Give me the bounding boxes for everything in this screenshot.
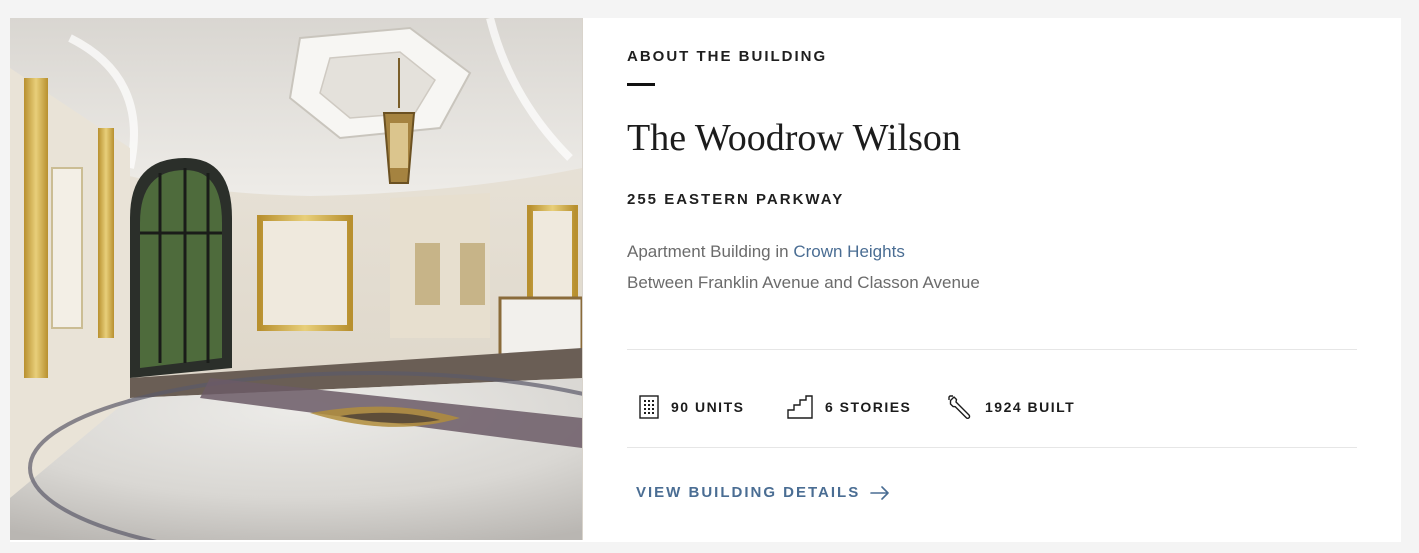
stairs-icon xyxy=(787,395,813,419)
building-address: 255 EASTERN PARKWAY xyxy=(627,191,845,208)
stat-units-label: 90 UNITS xyxy=(671,399,745,415)
view-building-details-label: VIEW BUILDING DETAILS xyxy=(636,484,861,501)
divider xyxy=(627,349,1357,350)
stat-stories-label: 6 STORIES xyxy=(825,399,912,415)
building-type-text: Apartment Building in xyxy=(627,242,794,261)
neighborhood-link[interactable]: Crown Heights xyxy=(793,242,905,261)
divider xyxy=(627,447,1357,448)
building-lobby-photo xyxy=(10,18,583,540)
stat-units: 90 UNITS xyxy=(639,394,744,420)
wrench-icon xyxy=(948,395,971,419)
view-building-details-link[interactable]: VIEW BUILDING DETAILS xyxy=(636,484,890,501)
cross-streets: Between Franklin Avenue and Classon Aven… xyxy=(627,273,980,292)
arrow-right-icon xyxy=(870,485,890,500)
building-title: The Woodrow Wilson xyxy=(627,117,961,159)
section-eyebrow: ABOUT THE BUILDING xyxy=(627,48,828,65)
stat-stories: 6 STORIES xyxy=(787,394,911,420)
eyebrow-underline xyxy=(627,83,655,86)
building-type-line: Apartment Building in Crown Heights xyxy=(627,242,905,262)
building-icon xyxy=(639,395,659,419)
stat-built: 1924 BUILT xyxy=(947,394,1075,420)
stat-built-label: 1924 BUILT xyxy=(985,399,1076,415)
building-card: ABOUT THE BUILDING The Woodrow Wilson 25… xyxy=(10,18,1401,542)
